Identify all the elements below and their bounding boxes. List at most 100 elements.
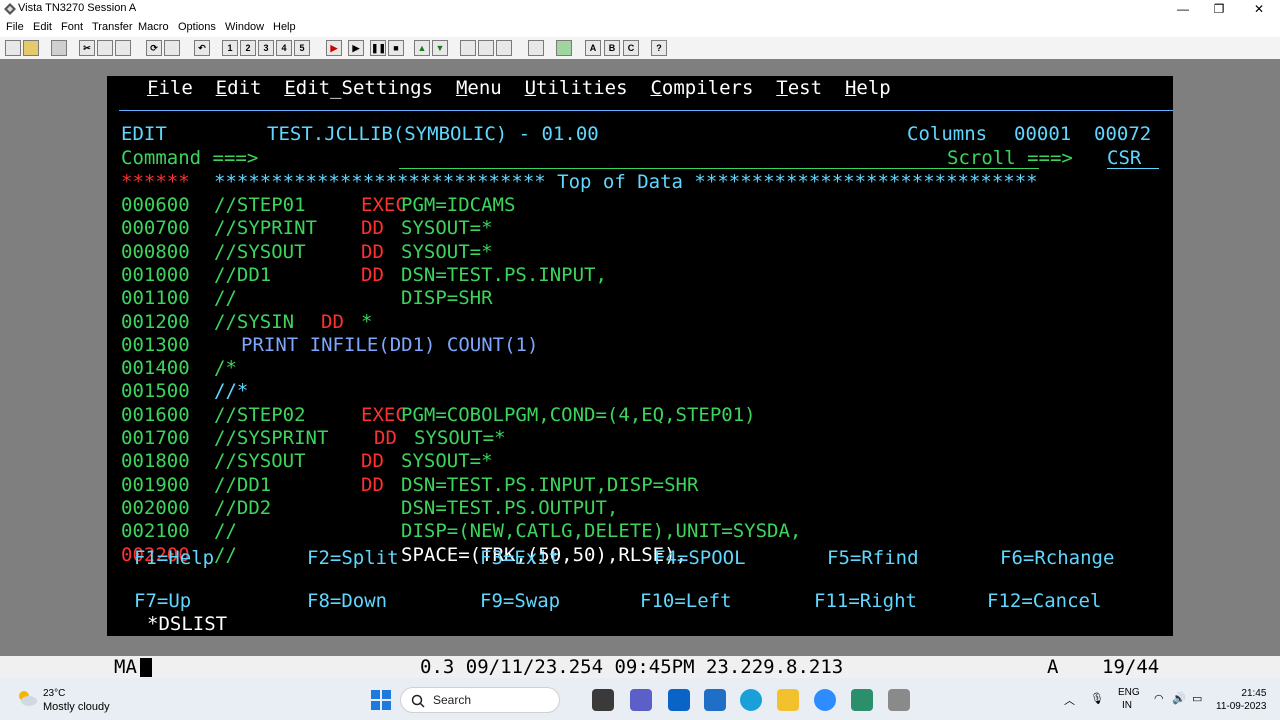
maximize-button[interactable]: ❐: [1200, 0, 1238, 19]
pf-key[interactable]: F7=Up: [134, 590, 191, 612]
pause-icon[interactable]: ❚❚: [370, 40, 386, 56]
session-3-button[interactable]: 3: [258, 40, 274, 56]
menu-transfer[interactable]: Transfer: [92, 21, 133, 33]
jcl-label[interactable]: //STEP01: [214, 194, 306, 216]
menu-edit[interactable]: Edit: [33, 21, 52, 33]
jcl-parameters[interactable]: PGM=IDCAMS: [401, 194, 515, 216]
file-explorer-icon[interactable]: [777, 689, 799, 711]
pf-key[interactable]: F9=Swap: [480, 590, 560, 612]
copy-append-icon[interactable]: [164, 40, 180, 56]
pf-key[interactable]: F4=SPOOL: [654, 547, 746, 569]
jcl-parameters[interactable]: DISP=(NEW,CATLG,DELETE),UNIT=SYSDA,: [401, 520, 801, 542]
session-5-button[interactable]: 5: [294, 40, 310, 56]
jcl-operation[interactable]: DD: [361, 241, 384, 263]
letter-a-button[interactable]: A: [585, 40, 601, 56]
outlook-icon[interactable]: [668, 689, 690, 711]
line-number[interactable]: 001500: [121, 380, 190, 402]
close-button[interactable]: ✕: [1240, 0, 1278, 19]
jcl-parameters[interactable]: PRINT INFILE(DD1) COUNT(1): [241, 334, 538, 356]
line-number[interactable]: 001700: [121, 427, 190, 449]
jcl-label[interactable]: //: [214, 287, 237, 309]
jcl-label[interactable]: //SYSPRINT: [214, 427, 328, 449]
jcl-operation[interactable]: EXEC: [361, 404, 407, 426]
menu-macro[interactable]: Macro: [138, 21, 169, 33]
line-number[interactable]: 001200: [121, 311, 190, 333]
paste-icon[interactable]: [115, 40, 131, 56]
menu-help[interactable]: Help: [273, 21, 296, 33]
line-number[interactable]: 002000: [121, 497, 190, 519]
pf-key[interactable]: F10=Left: [640, 590, 732, 612]
screen-icon[interactable]: [556, 40, 572, 56]
wifi-icon[interactable]: ◠: [1154, 692, 1164, 705]
window-layout-icon[interactable]: [478, 40, 494, 56]
search-box[interactable]: Search: [400, 687, 560, 713]
line-number[interactable]: 001000: [121, 264, 190, 286]
language-line-2[interactable]: IN: [1122, 700, 1132, 711]
print-icon[interactable]: [51, 40, 67, 56]
menu-window[interactable]: Window: [225, 21, 264, 33]
line-number[interactable]: 001400: [121, 357, 190, 379]
jcl-operation[interactable]: DD: [361, 217, 384, 239]
zoom-icon[interactable]: [814, 689, 836, 711]
jcl-label[interactable]: //SYSOUT: [214, 241, 306, 263]
menu-options[interactable]: Options: [178, 21, 216, 33]
line-number[interactable]: 001300: [121, 334, 190, 356]
pf-key[interactable]: F5=Rfind: [827, 547, 919, 569]
copy-icon[interactable]: [97, 40, 113, 56]
line-number[interactable]: 001800: [121, 450, 190, 472]
refresh-icon[interactable]: ⟳: [146, 40, 162, 56]
task-view-icon[interactable]: [592, 689, 614, 711]
jcl-label[interactable]: //DD1: [214, 474, 271, 496]
tray-chevron-icon[interactable]: ︿: [1064, 692, 1075, 708]
jcl-operation[interactable]: DD: [361, 264, 384, 286]
keyboard-icon[interactable]: [496, 40, 512, 56]
jcl-parameters[interactable]: *: [361, 311, 372, 333]
line-number[interactable]: 000600: [121, 194, 190, 216]
line-number[interactable]: 001900: [121, 474, 190, 496]
terminal-screen[interactable]: File Edit Edit_Settings Menu Utilities C…: [107, 76, 1173, 636]
action-file-rest[interactable]: ile: [158, 77, 192, 99]
tn3270-taskbar-icon[interactable]: [888, 689, 910, 711]
jcl-label[interactable]: /*: [214, 357, 237, 379]
pf-key[interactable]: F2=Split: [307, 547, 399, 569]
microphone-icon[interactable]: 🎙: [1090, 692, 1104, 705]
upload-icon[interactable]: ▲: [414, 40, 430, 56]
jcl-parameters[interactable]: DISP=SHR: [401, 287, 493, 309]
menu-font[interactable]: Font: [61, 21, 83, 33]
jcl-label[interactable]: //SYSIN: [214, 311, 294, 333]
battery-icon[interactable]: ▭: [1192, 692, 1202, 705]
play-icon[interactable]: ▶: [348, 40, 364, 56]
jcl-label[interactable]: //SYPRINT: [214, 217, 317, 239]
jcl-operation[interactable]: DD: [361, 474, 384, 496]
pf-key[interactable]: F12=Cancel: [987, 590, 1101, 612]
jcl-label[interactable]: //: [214, 544, 237, 566]
start-button[interactable]: [371, 690, 391, 710]
jcl-label[interactable]: //STEP02: [214, 404, 306, 426]
jcl-parameters[interactable]: PGM=COBOLPGM,COND=(4,EQ,STEP01): [401, 404, 756, 426]
open-folder-icon[interactable]: [23, 40, 39, 56]
download-icon[interactable]: ▼: [432, 40, 448, 56]
menu-file[interactable]: File: [6, 21, 24, 33]
jcl-operation[interactable]: EXEC: [361, 194, 407, 216]
line-number[interactable]: 002100: [121, 520, 190, 542]
jcl-parameters[interactable]: SYSOUT=*: [401, 217, 493, 239]
letter-c-button[interactable]: C: [623, 40, 639, 56]
stop-icon[interactable]: ■: [388, 40, 404, 56]
pf-key[interactable]: F8=Down: [307, 590, 387, 612]
pf-key[interactable]: F1=Help: [134, 547, 214, 569]
jcl-label[interactable]: //SYSOUT: [214, 450, 306, 472]
line-number[interactable]: 000700: [121, 217, 190, 239]
jcl-parameters[interactable]: SYSOUT=*: [414, 427, 506, 449]
volume-icon[interactable]: 🔊: [1172, 692, 1186, 705]
new-file-icon[interactable]: [5, 40, 21, 56]
cut-icon[interactable]: ✂: [79, 40, 95, 56]
jcl-label[interactable]: //: [214, 520, 237, 542]
pf-key[interactable]: F3=Exit: [480, 547, 560, 569]
session-1-button[interactable]: 1: [222, 40, 238, 56]
jcl-label[interactable]: //*: [214, 380, 248, 402]
minimize-button[interactable]: —: [1164, 0, 1202, 19]
jcl-parameters[interactable]: DSN=TEST.PS.INPUT,: [401, 264, 607, 286]
language-line-1[interactable]: ENG: [1118, 687, 1140, 698]
edge-icon[interactable]: [740, 689, 762, 711]
help-icon[interactable]: ?: [651, 40, 667, 56]
